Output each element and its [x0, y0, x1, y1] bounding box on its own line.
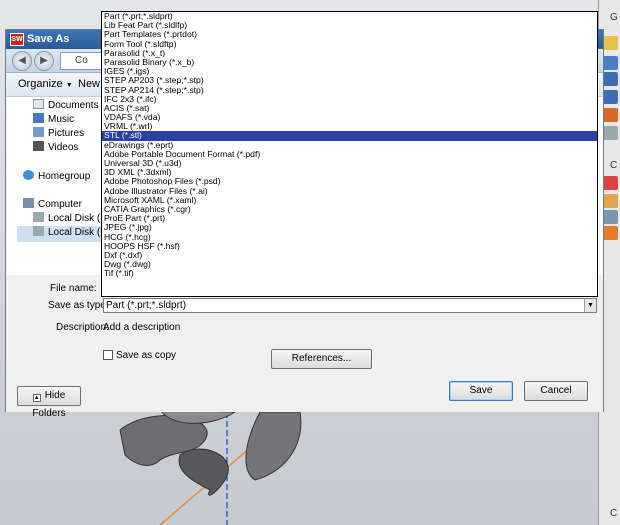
file-type-option[interactable]: Part Templates (*.prtdot)	[102, 30, 597, 39]
file-type-option[interactable]: Dwg (*.dwg)	[102, 259, 597, 269]
sidebar-item-local-disk-d[interactable]: Local Disk (D:)	[17, 226, 114, 242]
user-icon[interactable]	[602, 194, 618, 208]
organize-menu[interactable]: Organize ▼	[18, 78, 73, 90]
disk-icon	[33, 226, 44, 236]
list-icon[interactable]	[602, 126, 618, 140]
file-name-label: File name:	[50, 283, 97, 294]
file-type-option[interactable]: Tif (*.tif)	[102, 269, 597, 278]
file-type-option[interactable]: VDAFS (*.vda)	[102, 112, 597, 122]
file-type-option[interactable]: Dxf (*.dxf)	[102, 250, 597, 260]
image-icon[interactable]	[602, 210, 618, 224]
folder-icon[interactable]	[602, 36, 618, 50]
eye-icon[interactable]	[602, 72, 618, 86]
back-button[interactable]: ◀	[12, 51, 32, 71]
chevron-up-icon: ▲	[32, 394, 41, 402]
references-button[interactable]: References...	[271, 349, 372, 369]
file-type-option[interactable]: CATIA Graphics (*.cgr)	[102, 204, 597, 214]
save-button[interactable]: Save	[449, 381, 513, 401]
chevron-down-icon: ▼	[65, 82, 73, 89]
file-type-option[interactable]: ACIS (*.sat)	[102, 103, 597, 113]
rss-icon[interactable]	[602, 226, 618, 240]
sidebar-item-label: Homegroup	[38, 171, 91, 182]
documents-icon	[33, 99, 44, 109]
hide-folders-button[interactable]: ▲ Hide Folders	[17, 386, 81, 419]
homegroup-icon	[23, 170, 34, 180]
computer-icon	[23, 198, 34, 208]
sidebar-item-label: Computer	[38, 199, 82, 210]
sidebar-item-label: Videos	[48, 142, 79, 153]
file-type-option-selected[interactable]: STL (*.stl)	[102, 131, 597, 141]
solidworks-icon: SW	[10, 33, 24, 46]
description-field[interactable]: Add a description	[103, 322, 180, 333]
organize-label: Organize	[18, 78, 63, 90]
sidebar-item-label: Music	[48, 114, 75, 125]
forward-button[interactable]: ▶	[34, 51, 54, 71]
pictures-icon	[33, 127, 44, 137]
file-type-option[interactable]: IFC 2x3 (*.ifc)	[102, 94, 597, 104]
file-type-option[interactable]: VRML (*.wrl)	[102, 122, 597, 131]
file-type-option[interactable]: Parasolid Binary (*.x_b)	[102, 57, 597, 67]
sidebar-item-label: Documents	[48, 100, 99, 111]
file-type-option[interactable]: Universal 3D (*.u3d)	[102, 158, 597, 168]
file-type-option[interactable]: HOOPS HSF (*.hsf)	[102, 241, 597, 251]
videos-icon	[33, 141, 44, 151]
help-icon[interactable]	[602, 90, 618, 104]
address-text: Co	[75, 55, 88, 66]
save-type-value: Part (*.prt;*.sldprt)	[106, 300, 187, 311]
sidebar-item-label: Pictures	[48, 128, 85, 139]
settings-icon[interactable]	[602, 108, 618, 122]
globe-icon[interactable]	[602, 56, 618, 70]
save-as-copy-checkbox[interactable]	[103, 350, 113, 360]
file-type-option[interactable]: STEP AP214 (*.step;*.stp)	[102, 85, 597, 95]
save-as-copy-label: Save as copy	[116, 350, 177, 361]
save-type-label: Save as type:	[48, 300, 109, 311]
strip-label: C	[610, 508, 618, 519]
dialog-title: Save As	[27, 33, 70, 45]
file-type-option[interactable]: ProE Part (*.prt)	[102, 213, 597, 223]
sidebar-item-homegroup[interactable]: Homegroup	[23, 170, 101, 186]
save-type-select[interactable]: Part (*.prt;*.sldprt) ▼	[103, 298, 597, 313]
file-type-option[interactable]: JPEG (*.jpg)	[102, 223, 597, 232]
strip-label: C	[610, 160, 618, 171]
description-label: Description:	[56, 322, 109, 333]
cancel-button[interactable]: Cancel	[524, 381, 588, 401]
chevron-down-icon[interactable]: ▼	[584, 299, 596, 312]
file-type-dropdown-list[interactable]: ▲ Part (*.prt;*.sldprt) Lib Feat Part (*…	[101, 11, 598, 297]
sidebar-item-videos[interactable]: Videos	[33, 141, 101, 157]
navigation-pane: Documents Music Pictures Videos Homegrou…	[7, 97, 114, 275]
music-icon	[33, 113, 44, 123]
disk-icon	[33, 212, 44, 222]
chrome-icon[interactable]	[602, 176, 618, 190]
file-type-option[interactable]: Form Tool (*.sldftp)	[102, 39, 597, 49]
strip-label: G	[610, 12, 618, 23]
